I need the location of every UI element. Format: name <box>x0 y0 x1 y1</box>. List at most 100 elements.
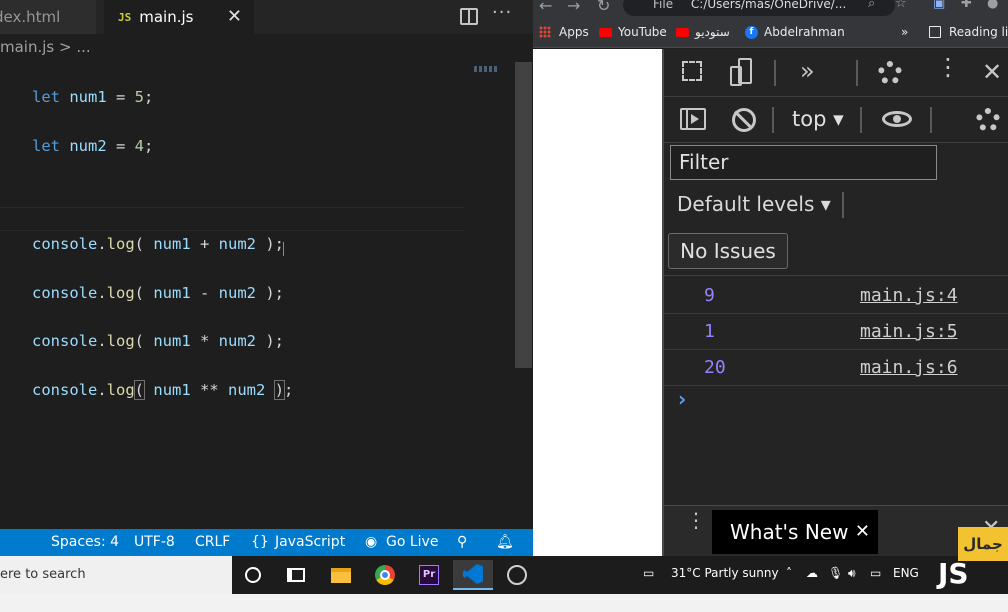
puzzle-icon[interactable]: ✚ <box>961 0 972 11</box>
bookmark-abdelrahman[interactable]: f Abdelrahman <box>745 25 845 39</box>
toolbar-divider <box>842 192 844 218</box>
devtools-main-toolbar: » ⋮ ✕ <box>664 49 1008 97</box>
clear-console-icon[interactable] <box>732 108 756 132</box>
address-bar[interactable]: File C:/Users/mas/OneDrive/... <box>623 0 895 16</box>
tab-label: dex.html <box>0 8 61 26</box>
bookmark-youtube[interactable]: YouTube <box>599 25 667 39</box>
obs-button[interactable] <box>497 560 537 590</box>
extension-icon[interactable]: ▣ <box>933 0 945 11</box>
bookmarks-bar: Apps YouTube ستوديو f Abdelrahman » Read… <box>533 18 1008 48</box>
tab-index-html[interactable]: dex.html <box>0 0 96 34</box>
console-filter-input[interactable]: Filter <box>670 145 937 180</box>
log-source-link[interactable]: main.js:6 <box>860 357 958 378</box>
display-icon[interactable]: ▭ <box>870 566 881 580</box>
language-indicator[interactable]: ENG <box>893 566 919 580</box>
language-mode[interactable]: JavaScript <box>275 534 345 550</box>
devtools-drawer: ⋮ What's New ✕ ✕ <box>664 505 1008 556</box>
premiere-icon: Pr <box>419 565 439 585</box>
toolbar-divider <box>930 107 932 133</box>
close-icon[interactable]: ✕ <box>855 510 870 554</box>
desktop: dex.html JS main.js ✕ ··· main.js > ... … <box>0 0 1008 612</box>
text-cursor-icon <box>283 242 285 256</box>
minimap[interactable] <box>474 66 498 72</box>
log-source-link[interactable]: main.js:4 <box>860 285 958 306</box>
network-cloud-icon[interactable]: ☁ <box>806 566 818 580</box>
code-line: console.log( num1 ** num2 ); <box>32 380 294 401</box>
bookmark-apps[interactable]: Apps <box>539 25 589 39</box>
more-tabs-icon[interactable]: » <box>800 57 815 85</box>
youtube-icon <box>599 27 612 37</box>
volume-icon[interactable]: 🔊︎ <box>848 566 856 581</box>
star-icon[interactable]: ☆ <box>895 0 907 11</box>
youtube-icon <box>676 27 689 37</box>
code-editor[interactable]: let num1 = 5; let num2 = 4; console.log(… <box>32 61 293 452</box>
issues-button[interactable]: No Issues <box>668 233 788 269</box>
profile-icon[interactable]: ● <box>987 0 998 11</box>
weather-status[interactable]: 31°C Partly sunny <box>671 566 779 580</box>
editor-tab-bar: dex.html JS main.js ✕ ··· <box>0 0 533 34</box>
zoom-icon[interactable]: ⌕ <box>868 0 875 11</box>
close-icon[interactable]: ✕ <box>227 6 242 27</box>
device-toolbar-icon[interactable] <box>730 58 754 86</box>
file-label: File <box>653 0 674 11</box>
web-page-viewport[interactable] <box>533 49 662 556</box>
tab-label: main.js <box>139 8 194 26</box>
code-line: let num1 = 5; <box>32 88 154 107</box>
cortana-button[interactable] <box>233 560 273 590</box>
live-expression-eye-icon[interactable] <box>882 111 912 127</box>
split-editor-icon[interactable] <box>460 8 478 25</box>
sidebar-toggle-icon[interactable] <box>680 108 706 130</box>
more-actions-icon[interactable]: ··· <box>492 2 512 23</box>
reading-list-button[interactable]: Reading list <box>929 25 1008 39</box>
premiere-button[interactable]: Pr <box>409 560 449 590</box>
console-log-row: 20 main.js:6 <box>664 350 1008 386</box>
weather-icon[interactable]: ▭ <box>643 566 654 580</box>
console-settings-gear-icon[interactable] <box>976 108 1000 132</box>
context-selector[interactable]: top ▾ <box>792 107 844 131</box>
log-levels-dropdown[interactable]: Default levels ▾ <box>677 192 831 216</box>
go-live-button[interactable]: Go Live <box>386 534 438 550</box>
inspect-element-icon[interactable] <box>682 61 702 81</box>
tab-whats-new[interactable]: What's New ✕ <box>712 510 878 554</box>
drawer-menu-icon[interactable]: ⋮ <box>686 510 706 530</box>
language-icon: {} <box>251 534 269 550</box>
more-bookmarks-icon[interactable]: » <box>901 25 908 39</box>
encoding-status[interactable]: UTF-8 <box>134 534 175 550</box>
bookmark-studio[interactable]: ستوديو <box>676 25 730 39</box>
code-line: console.log( num1 * num2 ); <box>32 332 284 351</box>
breadcrumb[interactable]: main.js > ... <box>0 36 91 58</box>
chrome-button[interactable] <box>365 560 405 590</box>
scrollbar-thumb[interactable] <box>515 62 532 368</box>
indentation-status[interactable]: Spaces: 4 <box>51 534 119 550</box>
close-devtools-icon[interactable]: ✕ <box>982 58 1002 86</box>
log-source-link[interactable]: main.js:5 <box>860 321 958 342</box>
browser-toolbar: ← → ↻ File C:/Users/mas/OneDrive/... ⌕ ☆… <box>533 0 1008 18</box>
file-explorer-button[interactable] <box>321 560 361 590</box>
console-prompt[interactable]: › <box>678 387 686 411</box>
console-divider <box>664 275 1008 276</box>
devtools-panel: » ⋮ ✕ top ▾ Filter Default levels ▾ No I… <box>662 49 1008 556</box>
back-icon[interactable]: ← <box>539 0 552 15</box>
vscode-icon <box>463 564 483 584</box>
tray-overflow-icon[interactable]: ˄ <box>786 566 792 580</box>
vscode-button[interactable] <box>453 560 493 590</box>
console-log-row: 9 main.js:4 <box>664 278 1008 314</box>
console-log-row: 1 main.js:5 <box>664 314 1008 350</box>
reload-icon[interactable]: ↻ <box>597 0 610 15</box>
bell-icon[interactable]: 🔔︎ <box>496 534 514 550</box>
toolbar-divider <box>772 107 774 133</box>
code-line: let num2 = 4; <box>32 137 154 156</box>
eol-status[interactable]: CRLF <box>195 534 230 550</box>
task-view-button[interactable] <box>276 560 316 590</box>
js-file-icon: JS <box>118 10 132 24</box>
reading-list-icon <box>929 26 941 38</box>
kebab-menu-icon[interactable]: ⋮ <box>936 55 960 79</box>
feedback-icon[interactable]: ⚲ <box>457 534 467 550</box>
microphone-icon[interactable]: 🎙︎ <box>828 566 843 580</box>
settings-gear-icon[interactable] <box>878 61 902 85</box>
address-text: C:/Users/mas/OneDrive/... <box>690 0 847 11</box>
tab-main-js[interactable]: JS main.js ✕ <box>104 0 254 34</box>
taskbar-search-input[interactable]: ere to search <box>0 556 232 594</box>
forward-icon[interactable]: → <box>567 0 580 15</box>
